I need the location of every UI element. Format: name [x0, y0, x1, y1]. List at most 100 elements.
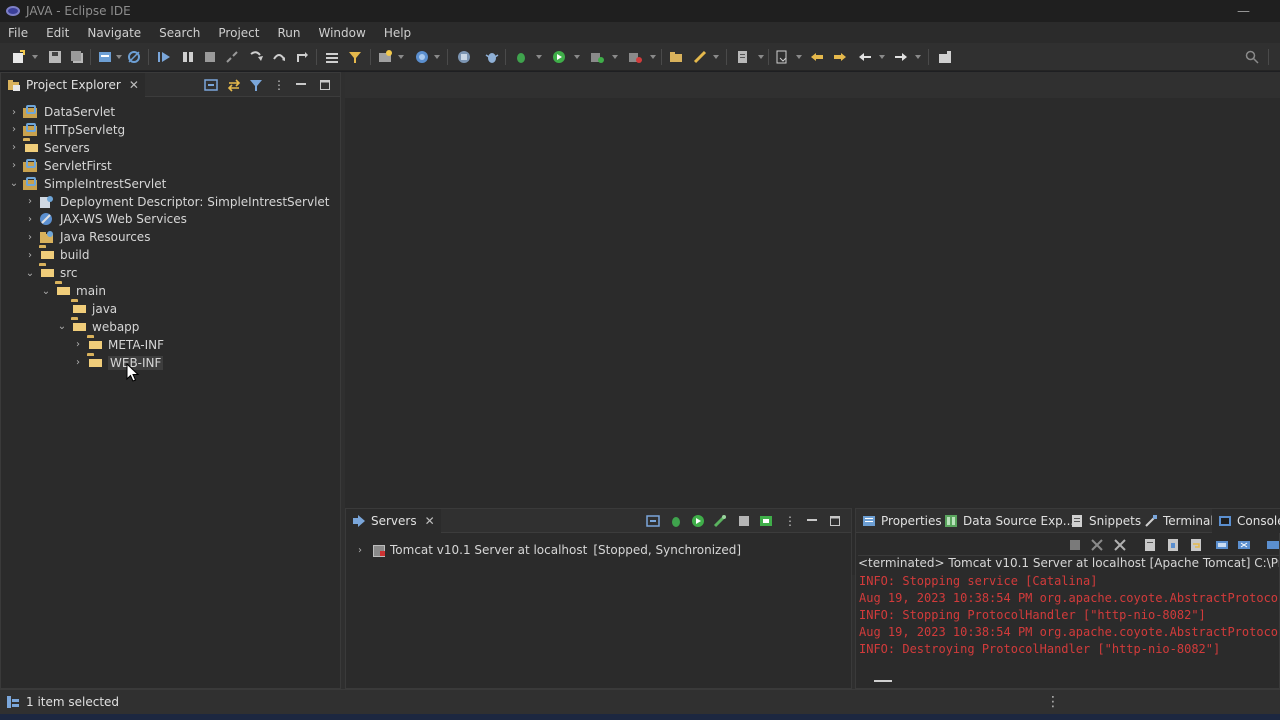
maximize-view-icon[interactable] [827, 513, 843, 529]
tab-terminal[interactable]: Terminal [1138, 509, 1220, 533]
chevron-right-icon[interactable]: › [8, 159, 20, 173]
tab-data-source-explorer[interactable]: Data Source Exp... [938, 509, 1080, 533]
tree-item[interactable]: ⌄ main [1, 282, 106, 300]
tree-item[interactable]: ⌄ SimpleIntrestServlet [1, 175, 166, 193]
tree-item[interactable]: › ServletFirst [1, 157, 112, 175]
minimize-view-icon[interactable] [293, 77, 309, 93]
tab-snippets[interactable]: Snippets [1064, 509, 1147, 533]
annotation-next-arrow-icon[interactable] [832, 49, 848, 65]
open-task-icon[interactable] [692, 49, 708, 65]
collapse-servers-icon[interactable] [645, 513, 661, 529]
tree-item[interactable]: ⌄ webapp [1, 318, 140, 336]
quick-access-search-icon[interactable] [1244, 49, 1260, 65]
terminal-icon[interactable] [97, 49, 113, 65]
menu-navigate[interactable]: Navigate [79, 26, 151, 40]
tree-item[interactable]: java [1, 300, 117, 318]
view-menu-icon[interactable]: ⋮ [271, 77, 287, 93]
link-with-editor-icon[interactable] [226, 77, 242, 93]
chevron-down-icon[interactable]: ⌄ [56, 320, 68, 334]
drop-to-frame-icon[interactable] [324, 49, 340, 65]
chevron-right-icon[interactable]: › [24, 212, 36, 226]
open-console-icon[interactable] [1265, 537, 1280, 553]
open-type-icon[interactable] [668, 49, 684, 65]
menu-window[interactable]: Window [310, 26, 375, 40]
minimize-button[interactable]: — [1237, 4, 1250, 19]
step-into-icon[interactable] [248, 49, 264, 65]
annotation-next-icon[interactable] [774, 49, 790, 65]
forward-icon[interactable] [893, 49, 909, 65]
chevron-right-icon[interactable]: › [8, 105, 20, 119]
chevron-right-icon[interactable]: › [8, 141, 20, 155]
clear-console-icon[interactable] [1142, 537, 1158, 553]
external-tools-icon[interactable] [627, 49, 643, 65]
tree-item[interactable]: › JAX-WS Web Services [1, 210, 187, 228]
chevron-down-icon[interactable]: ⌄ [8, 177, 20, 191]
suspend-icon[interactable] [180, 49, 196, 65]
menu-edit[interactable]: Edit [38, 26, 79, 40]
console-output[interactable]: INFO: Stopping service [Catalina] Aug 19,… [856, 573, 1279, 670]
tree-item[interactable]: › Servers [1, 139, 90, 157]
debug-server-icon[interactable] [668, 513, 684, 529]
scroll-lock-icon[interactable] [1165, 537, 1181, 553]
run-icon[interactable] [551, 49, 567, 65]
resume-icon[interactable] [156, 49, 172, 65]
new-server-icon[interactable] [377, 49, 393, 65]
tab-console[interactable]: Console [1212, 509, 1280, 533]
skip-breakpoints-icon[interactable] [126, 49, 142, 65]
chevron-right-icon[interactable]: › [354, 543, 366, 557]
terminate-icon[interactable] [202, 49, 218, 65]
search-toolbar-icon[interactable] [735, 49, 751, 65]
publish-server-icon[interactable] [758, 513, 774, 529]
chevron-down-icon[interactable]: ⌄ [40, 284, 52, 298]
run-last-icon[interactable] [589, 49, 605, 65]
debug-launch-icon[interactable] [513, 49, 529, 65]
chevron-right-icon[interactable]: › [72, 356, 84, 370]
minimize-view-icon[interactable] [804, 513, 820, 529]
remove-launch-icon[interactable] [1089, 537, 1105, 553]
collapse-all-icon[interactable] [203, 77, 219, 93]
chevron-right-icon[interactable]: › [24, 230, 36, 244]
chevron-right-icon[interactable]: › [24, 248, 36, 262]
debug-icon[interactable] [484, 49, 500, 65]
annotation-prev-icon[interactable] [809, 49, 825, 65]
tab-servers[interactable]: Servers ✕ [346, 509, 441, 533]
pin-console-icon[interactable] [1214, 537, 1230, 553]
display-selected-console-icon[interactable] [1236, 537, 1252, 553]
server-row[interactable]: › Tomcat v10.1 Server at localhost [Stop… [354, 541, 741, 559]
word-wrap-icon[interactable] [1188, 537, 1204, 553]
chevron-right-icon[interactable]: › [8, 123, 20, 137]
chevron-down-icon[interactable]: ⌄ [24, 266, 36, 280]
step-over-icon[interactable] [271, 49, 287, 65]
tree-item[interactable]: › Deployment Descriptor: SimpleIntrestSer… [1, 193, 330, 211]
new-web-service-icon[interactable] [414, 49, 430, 65]
chevron-right-icon[interactable]: › [24, 195, 36, 209]
pin-editor-icon[interactable] [937, 49, 953, 65]
save-icon[interactable] [47, 49, 63, 65]
tree-item[interactable]: › Java Resources [1, 228, 150, 246]
use-step-filters-icon[interactable] [347, 49, 363, 65]
status-menu-icon[interactable]: ⋮ [1046, 694, 1060, 710]
start-server-icon[interactable] [690, 513, 706, 529]
tab-properties[interactable]: Properties [856, 509, 948, 533]
back-icon[interactable] [857, 49, 873, 65]
remove-all-terminated-icon[interactable] [1112, 537, 1128, 553]
close-icon[interactable]: ✕ [129, 78, 139, 92]
tree-item[interactable]: › META-INF [1, 336, 164, 354]
menu-project[interactable]: Project [210, 26, 269, 40]
step-return-icon[interactable] [294, 49, 310, 65]
profile-server-icon[interactable] [712, 513, 728, 529]
tree-item[interactable]: ⌄ src [1, 264, 78, 282]
new-icon[interactable] [10, 49, 26, 65]
tree-item[interactable]: › build [1, 246, 90, 264]
close-icon[interactable]: ✕ [425, 514, 435, 528]
tab-project-explorer[interactable]: Project Explorer ✕ [1, 73, 145, 97]
view-menu-icon[interactable]: ⋮ [782, 513, 798, 529]
menu-help[interactable]: Help [376, 26, 421, 40]
menu-search[interactable]: Search [151, 26, 210, 40]
new-enterprise-project-icon[interactable] [456, 49, 472, 65]
tree-item[interactable]: › HTTpServletg [1, 121, 125, 139]
tree-item[interactable]: › DataServlet [1, 103, 115, 121]
stop-server-icon[interactable] [736, 513, 752, 529]
terminate-console-icon[interactable] [1067, 537, 1083, 553]
menu-run[interactable]: Run [269, 26, 310, 40]
